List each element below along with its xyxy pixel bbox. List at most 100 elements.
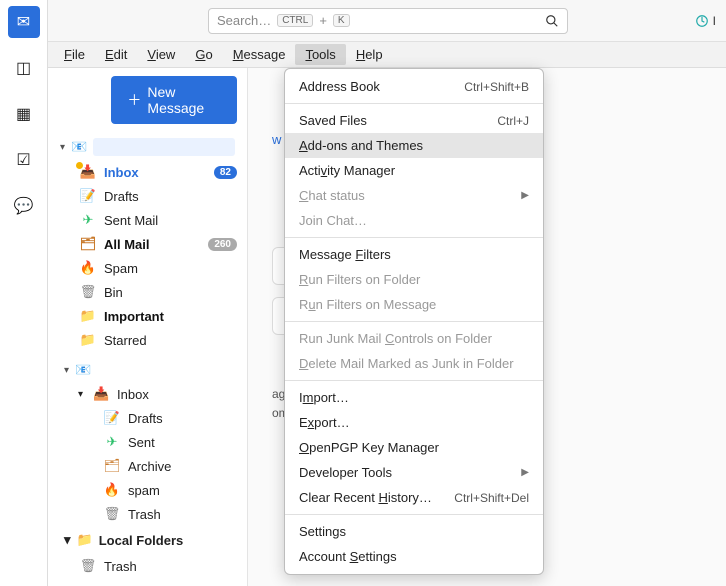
chevron-down-icon: ▾ xyxy=(64,365,69,376)
folder-label: spam xyxy=(128,483,160,498)
rail-mail[interactable]: ✉ xyxy=(8,6,40,38)
folder-trash[interactable]: 🗑Trash xyxy=(52,554,243,578)
sync-label: I xyxy=(713,14,716,28)
menuitem-account-settings[interactable]: Account Settings xyxy=(285,544,543,569)
menuitem-label: Saved Files xyxy=(299,113,367,128)
topbar: Search… CTRL + K I xyxy=(48,0,726,42)
menuitem-label: Account Settings xyxy=(299,549,397,564)
menuitem-export[interactable]: Export… xyxy=(285,410,543,435)
menuitem-import[interactable]: Import… xyxy=(285,385,543,410)
folder-starred[interactable]: 📁Starred xyxy=(52,328,243,352)
menuitem-activity-manager[interactable]: Activity Manager xyxy=(285,158,543,183)
folder-icon: 📁 xyxy=(77,532,93,548)
plus-icon: ＋ xyxy=(127,90,141,110)
rail-calendar[interactable]: ▦ xyxy=(8,98,40,130)
account-1[interactable]: ▾ 📧 xyxy=(52,134,243,160)
folder-spam[interactable]: 🔥 spam xyxy=(52,478,243,502)
tools-menu-popup: Address BookCtrl+Shift+B Saved FilesCtrl+… xyxy=(284,68,544,575)
chevron-right-icon: ▶ xyxy=(521,190,529,201)
menuitem-label: Run Filters on Folder xyxy=(299,272,420,287)
folder-important[interactable]: 📁Important xyxy=(52,304,243,328)
menuitem-developer-tools[interactable]: Developer Tools▶ xyxy=(285,460,543,485)
menuitem-label: Message Filters xyxy=(299,247,391,262)
folder-icon: ✈ xyxy=(104,434,120,450)
menu-go[interactable]: Go xyxy=(185,44,222,65)
menuitem-clear-recent-history[interactable]: Clear Recent History…Ctrl+Shift+Del xyxy=(285,485,543,510)
menuitem-label: Join Chat… xyxy=(299,213,367,228)
folder-label: Inbox xyxy=(117,387,149,402)
chevron-down-icon: ▾ xyxy=(64,532,71,548)
main: Search… CTRL + K I File Edit View Go Mes… xyxy=(48,0,726,586)
rail-tasks[interactable]: ☑ xyxy=(8,144,40,176)
folder-label: Trash xyxy=(104,559,137,574)
folder-icon: 📝 xyxy=(80,188,96,204)
unread-dot-icon xyxy=(76,162,83,169)
menuitem-openpgp-key-manager[interactable]: OpenPGP Key Manager xyxy=(285,435,543,460)
kbd-ctrl: CTRL xyxy=(277,14,313,27)
folder-label: Spam xyxy=(104,261,138,276)
folder-drafts[interactable]: 📝Drafts xyxy=(52,406,243,430)
menuitem-saved-files[interactable]: Saved FilesCtrl+J xyxy=(285,108,543,133)
search-input[interactable]: Search… CTRL + K xyxy=(208,8,568,34)
calendar-icon: ▦ xyxy=(16,104,31,124)
menu-view[interactable]: View xyxy=(137,44,185,65)
account-name xyxy=(93,138,235,156)
folder-inbox[interactable]: 📥Inbox82 xyxy=(52,160,243,184)
chevron-down-icon: ▾ xyxy=(60,142,65,153)
local-folders[interactable]: ▾ 📁 Local Folders xyxy=(52,526,243,554)
rail-addressbook[interactable]: ◫ xyxy=(8,52,40,84)
menuitem-label: Settings xyxy=(299,524,346,539)
menuitem-label: Delete Mail Marked as Junk in Folder xyxy=(299,356,514,371)
menuitem-delete-mail-marked-as-junk-in-folder: Delete Mail Marked as Junk in Folder xyxy=(285,351,543,376)
folder-tree: ⟳ ＋ New Message ▾ 📧 📥Inbox82📝Drafts✈Sent… xyxy=(48,68,248,586)
count-badge: 260 xyxy=(208,238,237,251)
menuitem-label: Developer Tools xyxy=(299,465,392,480)
folder-icon: 📥 xyxy=(93,386,109,402)
menuitem-run-junk-mail-controls-on-folder: Run Junk Mail Controls on Folder xyxy=(285,326,543,351)
folder-inbox[interactable]: ▾ 📥 Inbox xyxy=(52,382,243,406)
menubar: File Edit View Go Message Tools Help xyxy=(48,42,726,68)
menu-tools[interactable]: Tools xyxy=(295,44,345,65)
menuitem-label: Run Junk Mail Controls on Folder xyxy=(299,331,492,346)
account-icon: 📧 xyxy=(71,139,87,155)
menuitem-add-ons-and-themes[interactable]: Add-ons and Themes xyxy=(285,133,543,158)
local-folders-label: Local Folders xyxy=(99,533,184,548)
folder-trash[interactable]: 🗑Trash xyxy=(52,502,243,526)
menuitem-run-filters-on-folder: Run Filters on Folder xyxy=(285,267,543,292)
menu-edit[interactable]: Edit xyxy=(95,44,137,65)
account-2[interactable]: ▾ 📧 xyxy=(52,358,243,382)
folder-label: Archive xyxy=(128,459,171,474)
folder-bin[interactable]: 🗑Bin xyxy=(52,280,243,304)
folder-icon: 📝 xyxy=(104,410,120,426)
folder-drafts[interactable]: 📝Drafts xyxy=(52,184,243,208)
folder-icon: 🔥 xyxy=(104,482,120,498)
account-icon: 📧 xyxy=(75,362,91,378)
kbd-k: K xyxy=(333,14,350,27)
new-message-button[interactable]: ＋ New Message xyxy=(111,76,237,124)
sync-indicator[interactable]: I xyxy=(695,14,716,28)
folder-sent-mail[interactable]: ✈Sent Mail xyxy=(52,208,243,232)
folder-all-mail[interactable]: 🗂All Mail260 xyxy=(52,232,243,256)
chevron-down-icon: ▾ xyxy=(78,389,83,400)
menu-message[interactable]: Message xyxy=(223,44,296,65)
menuitem-address-book[interactable]: Address BookCtrl+Shift+B xyxy=(285,74,543,99)
folder-icon: 🔥 xyxy=(80,260,96,276)
folder-label: Starred xyxy=(104,333,147,348)
search-icon xyxy=(545,14,559,28)
menuitem-label: Run Filters on Message xyxy=(299,297,436,312)
menuitem-label: OpenPGP Key Manager xyxy=(299,440,439,455)
rail-chat[interactable]: 💬 xyxy=(8,190,40,222)
menu-file[interactable]: File xyxy=(54,44,95,65)
menuitem-chat-status: Chat status▶ xyxy=(285,183,543,208)
menuitem-settings[interactable]: Settings xyxy=(285,519,543,544)
menuitem-message-filters[interactable]: Message Filters xyxy=(285,242,543,267)
mail-icon: ✉ xyxy=(17,12,30,32)
folder-archive[interactable]: 🗂 Archive xyxy=(52,454,243,478)
folder-sent[interactable]: ✈Sent xyxy=(52,430,243,454)
menu-help[interactable]: Help xyxy=(346,44,393,65)
left-rail: ✉ ◫ ▦ ☑ 💬 xyxy=(0,0,48,586)
new-message-label: New Message xyxy=(147,84,221,116)
folder-spam[interactable]: 🔥 Spam xyxy=(52,256,243,280)
folder-label: Trash xyxy=(128,507,161,522)
folder-icon: 🗂 xyxy=(104,458,120,474)
